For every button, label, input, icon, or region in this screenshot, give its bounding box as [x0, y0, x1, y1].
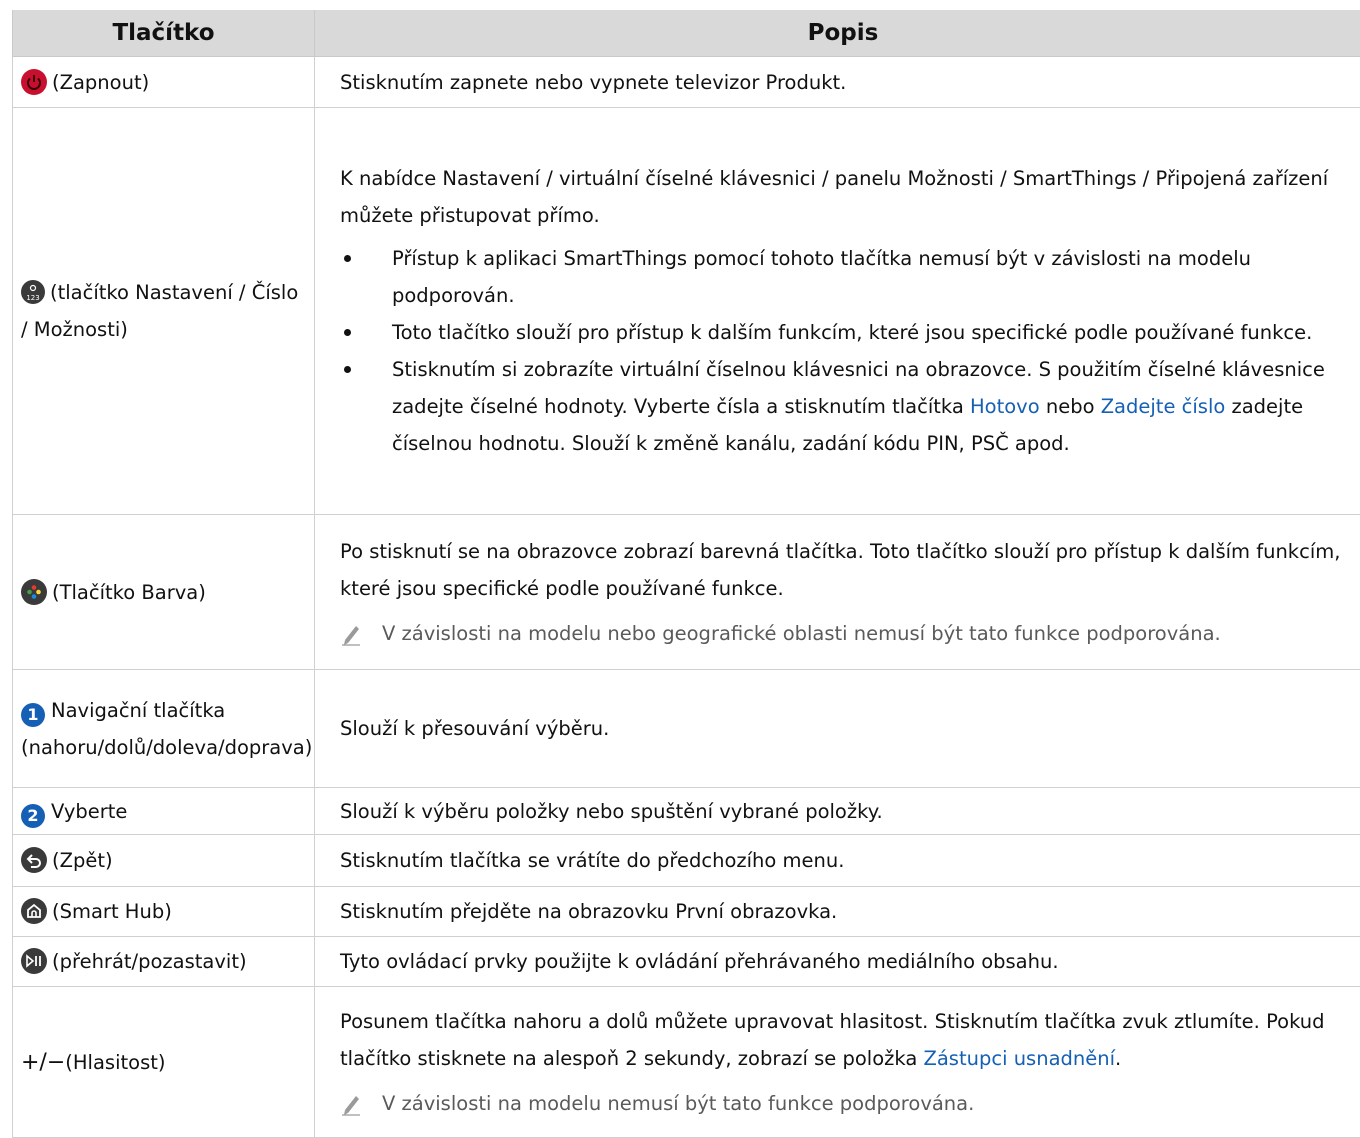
button-label: (Zapnout): [52, 71, 149, 94]
button-label: (Zpět): [52, 849, 113, 872]
button-cell: 2 Vyberte: [13, 788, 315, 835]
table-row: (Zpět) Stisknutím tlačítka se vrátíte do…: [13, 835, 1360, 887]
description-text: Stisknutím přejděte na obrazovku První o…: [340, 893, 1360, 930]
settings-number-icon: 123: [21, 280, 45, 304]
pencil-note-icon: [340, 1090, 362, 1116]
list-item: Přístup k aplikaci SmartThings pomocí to…: [340, 240, 1360, 314]
power-icon: [21, 69, 47, 95]
button-cell: +/−(Hlasitost): [13, 987, 315, 1138]
button-cell: (Smart Hub): [13, 887, 315, 937]
number-2-icon: 2: [21, 804, 45, 828]
table-row: +/−(Hlasitost) Posunem tlačítka nahoru a…: [13, 987, 1360, 1138]
list-item: Stisknutím si zobrazíte virtuální číseln…: [340, 351, 1360, 462]
bullet-text: nebo: [1040, 395, 1101, 418]
description-cell: Po stisknutí se na obrazovce zobrazí bar…: [315, 515, 1360, 670]
accessibility-shortcuts-link[interactable]: Zástupci usnadnění: [924, 1047, 1116, 1070]
button-label: (tlačítko Nastavení / Číslo / Možnosti): [21, 281, 298, 341]
description-cell: Slouží k výběru položky nebo spuštění vy…: [315, 788, 1360, 835]
note-text: V závislosti na modelu nemusí být tato f…: [382, 1085, 974, 1122]
description-cell: Posunem tlačítka nahoru a dolů můžete up…: [315, 987, 1360, 1138]
description-text: Po stisknutí se na obrazovce zobrazí bar…: [340, 533, 1360, 607]
button-cell: (přehrát/pozastavit): [13, 937, 315, 987]
note: V závislosti na modelu nemusí být tato f…: [340, 1085, 1360, 1122]
button-cell: (Zpět): [13, 835, 315, 887]
hotovo-link[interactable]: Hotovo: [970, 395, 1040, 418]
zadejte-cislo-link[interactable]: Zadejte číslo: [1101, 395, 1226, 418]
number-1-icon: 1: [21, 703, 45, 727]
description-part: .: [1115, 1047, 1121, 1070]
description-cell: Stisknutím zapnete nebo vypnete televizo…: [315, 57, 1360, 108]
description-cell: Tyto ovládací prvky použijte k ovládání …: [315, 937, 1360, 987]
svg-text:123: 123: [26, 294, 39, 302]
color-button-icon: [21, 579, 47, 605]
description-part: Posunem tlačítka nahoru a dolů můžete up…: [340, 1010, 1325, 1070]
table-row: (Smart Hub) Stisknutím přejděte na obraz…: [13, 887, 1360, 937]
note: V závislosti na modelu nebo geografické …: [340, 615, 1360, 652]
button-cell: 123 (tlačítko Nastavení / Číslo / Možnos…: [13, 108, 315, 515]
home-icon: [21, 898, 47, 924]
table-row: (přehrát/pozastavit) Tyto ovládací prvky…: [13, 937, 1360, 987]
table-row: 2 Vyberte Slouží k výběru položky nebo sp…: [13, 788, 1360, 835]
button-cell: (Zapnout): [13, 57, 315, 108]
description-cell: Slouží k přesouvání výběru.: [315, 670, 1360, 788]
button-label: Navigační tlačítka (nahoru/dolů/doleva/d…: [21, 699, 312, 759]
bullet-list: Přístup k aplikaci SmartThings pomocí to…: [340, 240, 1360, 462]
header-button: Tlačítko: [13, 10, 315, 57]
button-cell: 1Navigační tlačítka (nahoru/dolů/doleva/…: [13, 670, 315, 788]
pencil-note-icon: [340, 620, 362, 646]
button-label: Vyberte: [51, 800, 127, 823]
description-text: Tyto ovládací prvky použijte k ovládání …: [340, 943, 1360, 980]
description-text: K nabídce Nastavení / virtuální číselné …: [340, 160, 1360, 234]
button-label: (Tlačítko Barva): [52, 581, 206, 604]
button-label: (Hlasitost): [65, 1051, 165, 1074]
button-label: (přehrát/pozastavit): [52, 950, 247, 973]
table-row: 1Navigační tlačítka (nahoru/dolů/doleva/…: [13, 670, 1360, 788]
list-item: Toto tlačítko slouží pro přístup k další…: [340, 314, 1360, 351]
description-text: Slouží k výběru položky nebo spuštění vy…: [340, 793, 1360, 830]
description-text: Stisknutím tlačítka se vrátíte do předch…: [340, 842, 1360, 879]
table-row: (Zapnout) Stisknutím zapnete nebo vypnet…: [13, 57, 1360, 108]
description-text: Posunem tlačítka nahoru a dolů můžete up…: [340, 1003, 1360, 1077]
button-cell: (Tlačítko Barva): [13, 515, 315, 670]
back-icon: [21, 847, 47, 873]
description-cell: Stisknutím přejděte na obrazovku První o…: [315, 887, 1360, 937]
description-cell: Stisknutím tlačítka se vrátíte do předch…: [315, 835, 1360, 887]
header-description: Popis: [315, 10, 1360, 57]
table-row: 123 (tlačítko Nastavení / Číslo / Možnos…: [13, 108, 1360, 515]
button-label: (Smart Hub): [52, 900, 172, 923]
table-header-row: Tlačítko Popis: [13, 10, 1360, 57]
description-cell: K nabídce Nastavení / virtuální číselné …: [315, 108, 1360, 515]
description-text: Stisknutím zapnete nebo vypnete televizo…: [340, 64, 1360, 101]
table-row: (Tlačítko Barva) Po stisknutí se na obra…: [13, 515, 1360, 670]
note-text: V závislosti na modelu nebo geografické …: [382, 615, 1221, 652]
volume-symbol: +/−: [21, 1050, 65, 1075]
remote-buttons-table: Tlačítko Popis (Zapnout) Stisknutím zapn…: [12, 10, 1360, 1138]
description-text: Slouží k přesouvání výběru.: [340, 710, 1360, 747]
play-pause-icon: [21, 948, 47, 974]
